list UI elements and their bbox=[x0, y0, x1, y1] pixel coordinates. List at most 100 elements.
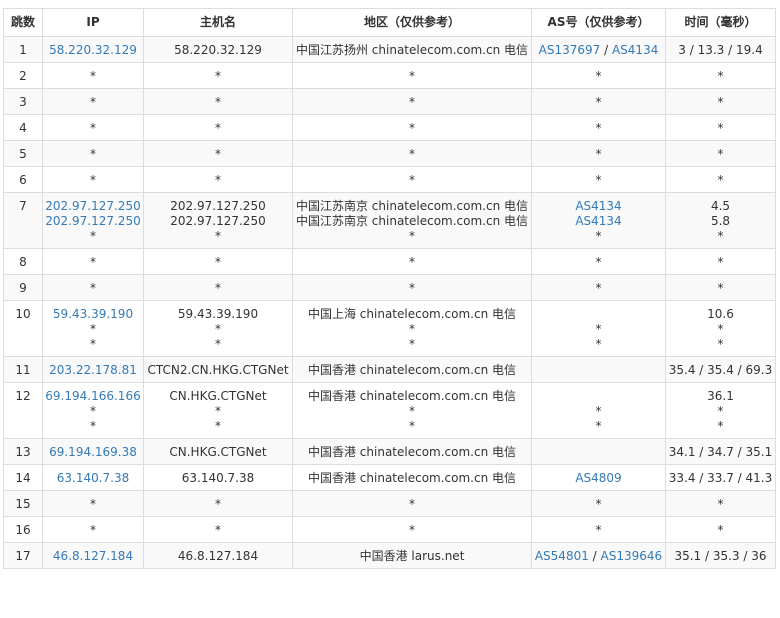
latency-text: * bbox=[717, 147, 724, 161]
as-cell: * bbox=[531, 140, 666, 167]
region-text: * bbox=[409, 173, 415, 187]
latency-text: * bbox=[717, 523, 724, 537]
time-cell: * bbox=[665, 274, 776, 301]
hostname-cell: * bbox=[143, 248, 293, 275]
ip-link[interactable]: 69.194.166.166 bbox=[44, 389, 143, 404]
hostname-cell: * bbox=[143, 140, 293, 167]
hop-number: 13 bbox=[15, 445, 31, 459]
region-text: * bbox=[409, 281, 415, 295]
hop-number: 8 bbox=[19, 255, 27, 269]
as-cell: AS137697 / AS4134 bbox=[531, 36, 666, 63]
as-link[interactable]: AS4134 bbox=[575, 199, 621, 213]
as-line bbox=[533, 445, 665, 460]
as-cell: * bbox=[531, 62, 666, 89]
latency-text: * bbox=[717, 121, 724, 135]
table-row: 11 203.22.178.81 CTCN2.CN.HKG.CTGNet 中国香港 c… bbox=[3, 356, 776, 383]
hostname-text: * bbox=[215, 229, 221, 243]
region-text: * bbox=[409, 121, 415, 135]
as-cell: * bbox=[531, 114, 666, 141]
ip-timeout: * bbox=[90, 173, 96, 187]
region-cell: 中国香港 chinatelecom.com.cn 电信 bbox=[292, 464, 532, 491]
ip-timeout: * bbox=[90, 404, 96, 418]
region-text: 中国江苏扬州 chinatelecom.com.cn 电信 bbox=[295, 43, 529, 57]
region-text: * bbox=[409, 419, 415, 433]
region-text: * bbox=[409, 322, 415, 336]
ip-link[interactable]: 58.220.32.129 bbox=[44, 43, 143, 58]
region-cell: * bbox=[292, 490, 532, 517]
hop-number: 6 bbox=[19, 173, 27, 187]
ip-timeout: * bbox=[90, 497, 96, 511]
table-row: 10 59.43.39.190 * * 59.43.39.190 * * 中国上海 china… bbox=[3, 300, 776, 357]
time-cell: * bbox=[665, 490, 776, 517]
latency-text: * bbox=[717, 337, 724, 351]
hostname-cell: * bbox=[143, 490, 293, 517]
time-cell: 3 / 13.3 / 19.4 bbox=[665, 36, 776, 63]
hop-number: 1 bbox=[19, 43, 27, 57]
hop-number: 16 bbox=[15, 523, 31, 537]
ip-link[interactable]: 69.194.169.38 bbox=[44, 445, 143, 460]
ip-link[interactable]: 59.43.39.190 bbox=[44, 307, 143, 322]
ip-cell: * bbox=[42, 114, 144, 141]
latency-text: 4.5 bbox=[710, 199, 731, 213]
region-text: 中国香港 chinatelecom.com.cn 电信 bbox=[307, 363, 517, 377]
ip-link[interactable]: 202.97.127.250 bbox=[44, 214, 143, 229]
hop-cell: 5 bbox=[3, 140, 43, 167]
as-separator: / bbox=[600, 43, 612, 57]
as-link[interactable]: AS54801 bbox=[535, 549, 589, 563]
hostname-text: * bbox=[215, 95, 221, 109]
time-cell: 34.1 / 34.7 / 35.1 bbox=[665, 438, 776, 465]
as-link[interactable]: AS4134 bbox=[575, 214, 621, 228]
hop-number: 11 bbox=[15, 363, 31, 377]
ip-link[interactable]: 46.8.127.184 bbox=[44, 549, 143, 564]
hostname-cell: 63.140.7.38 bbox=[143, 464, 293, 491]
hop-number: 4 bbox=[19, 121, 27, 135]
as-link[interactable]: AS4134 bbox=[612, 43, 658, 57]
region-cell: * bbox=[292, 88, 532, 115]
as-cell: * * bbox=[531, 300, 666, 357]
hostname-text: 202.97.127.250 bbox=[170, 199, 266, 213]
as-link[interactable]: AS4809 bbox=[575, 471, 621, 485]
header-ip: IP bbox=[42, 8, 144, 37]
region-text: 中国香港 chinatelecom.com.cn 电信 bbox=[307, 389, 517, 403]
table-body: 1 58.220.32.129 58.220.32.129 中国江苏扬州 chinat… bbox=[3, 36, 776, 569]
as-cell: AS4809 bbox=[531, 464, 666, 491]
hop-number: 2 bbox=[19, 69, 27, 83]
ip-link[interactable]: 203.22.178.81 bbox=[44, 363, 143, 378]
hostname-cell: * bbox=[143, 274, 293, 301]
hostname-text: * bbox=[215, 404, 221, 418]
ip-link[interactable]: 63.140.7.38 bbox=[44, 471, 143, 486]
table-row: 16 * * * * * bbox=[3, 516, 776, 543]
as-line: * bbox=[533, 497, 665, 512]
hostname-cell: * bbox=[143, 516, 293, 543]
hostname-cell: 58.220.32.129 bbox=[143, 36, 293, 63]
ip-timeout: * bbox=[90, 322, 96, 336]
ip-timeout: * bbox=[90, 121, 96, 135]
hostname-cell: 46.8.127.184 bbox=[143, 542, 293, 569]
ip-link[interactable]: 202.97.127.250 bbox=[44, 199, 143, 214]
latency-text: * bbox=[717, 419, 724, 433]
time-cell: 35.4 / 35.4 / 69.3 bbox=[665, 356, 776, 383]
hostname-text: CTCN2.CN.HKG.CTGNet bbox=[147, 363, 289, 377]
hop-number: 10 bbox=[15, 307, 31, 321]
hop-cell: 12 bbox=[3, 382, 43, 439]
as-link[interactable]: AS139646 bbox=[601, 549, 663, 563]
ip-timeout: * bbox=[90, 95, 96, 109]
as-line: AS4134 bbox=[533, 214, 665, 229]
table-row: 14 63.140.7.38 63.140.7.38 中国香港 chinateleco… bbox=[3, 464, 776, 491]
as-link[interactable]: AS137697 bbox=[539, 43, 601, 57]
hop-number: 15 bbox=[15, 497, 31, 511]
hop-cell: 2 bbox=[3, 62, 43, 89]
latency-text: 5.8 bbox=[710, 214, 731, 228]
ip-cell: 202.97.127.250 202.97.127.250 * bbox=[42, 192, 144, 249]
ip-timeout: * bbox=[90, 229, 96, 243]
ip-timeout: * bbox=[90, 523, 96, 537]
table-row: 3 * * * * * bbox=[3, 88, 776, 115]
ip-cell: 58.220.32.129 bbox=[42, 36, 144, 63]
latency-text: 10.6 bbox=[707, 307, 734, 321]
as-line: * bbox=[533, 419, 665, 434]
table-row: 7 202.97.127.250 202.97.127.250 * 202.97.127… bbox=[3, 192, 776, 249]
latency-text: 36.1 bbox=[707, 389, 734, 403]
as-line: * bbox=[533, 229, 665, 244]
table-row: 15 * * * * * bbox=[3, 490, 776, 517]
latency-text: * bbox=[717, 255, 724, 269]
